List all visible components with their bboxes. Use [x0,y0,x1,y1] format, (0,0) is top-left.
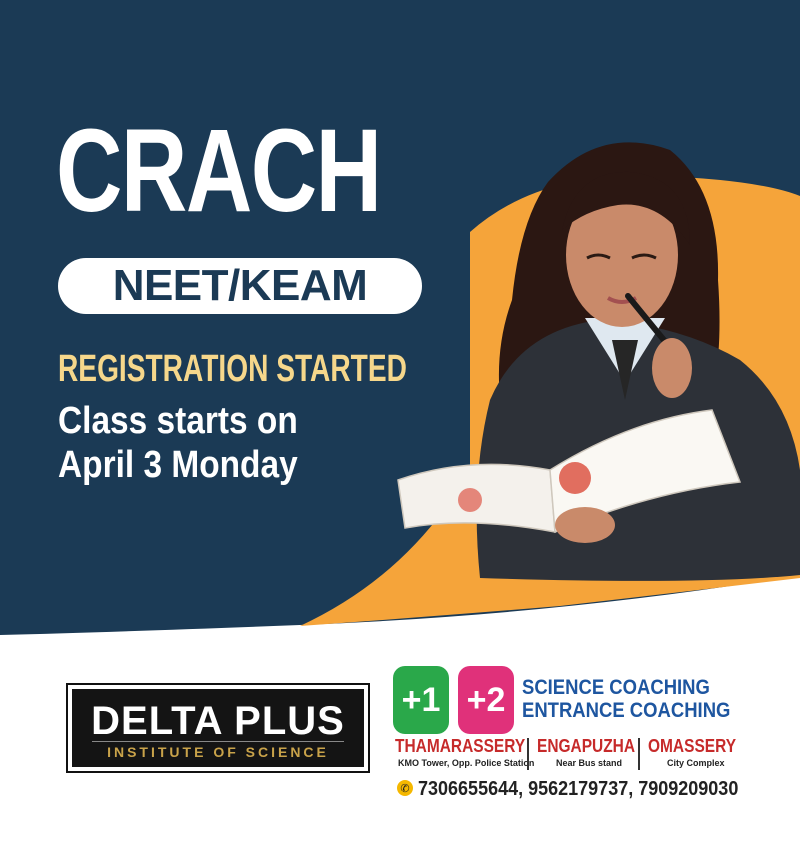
science-coaching-text: SCIENCE COACHING [522,676,710,699]
registration-text: REGISTRATION STARTED [58,348,407,390]
logo-divider [92,741,344,742]
location-separator [638,738,640,770]
delta-plus-logo: DELTA PLUS INSTITUTE OF SCIENCE [66,683,370,773]
location-separator [527,738,529,770]
phone-numbers: 7306655644, 9562179737, 7909209030 [418,778,739,800]
headline-title: CRACH [56,105,382,237]
entrance-coaching-text: ENTRANCE COACHING [522,699,731,722]
location-detail: KMO Tower, Opp. Police Station [398,758,535,768]
location-name: ENGAPUZHA [537,736,636,756]
location-name: OMASSERY [648,736,737,756]
phone-icon: ✆ [397,780,413,796]
poster: CRACH NEET/KEAM REGISTRATION STARTED Cla… [0,0,800,850]
exam-pill: NEET/KEAM [58,258,422,314]
class-start-line2: April 3 Monday [58,444,298,486]
plus-one-badge: +1 [393,666,449,734]
location-name: THAMARASSERY [395,736,526,756]
plus-two-badge: +2 [458,666,514,734]
location-detail: Near Bus stand [556,758,623,768]
exam-label: NEET/KEAM [112,261,368,310]
logo-panel: DELTA PLUS INSTITUTE OF SCIENCE [72,689,364,767]
location-detail: City Complex [667,758,725,768]
logo-name: DELTA PLUS [91,699,345,743]
logo-subtitle: INSTITUTE OF SCIENCE [107,744,329,760]
class-start-line1: Class starts on [58,400,298,442]
